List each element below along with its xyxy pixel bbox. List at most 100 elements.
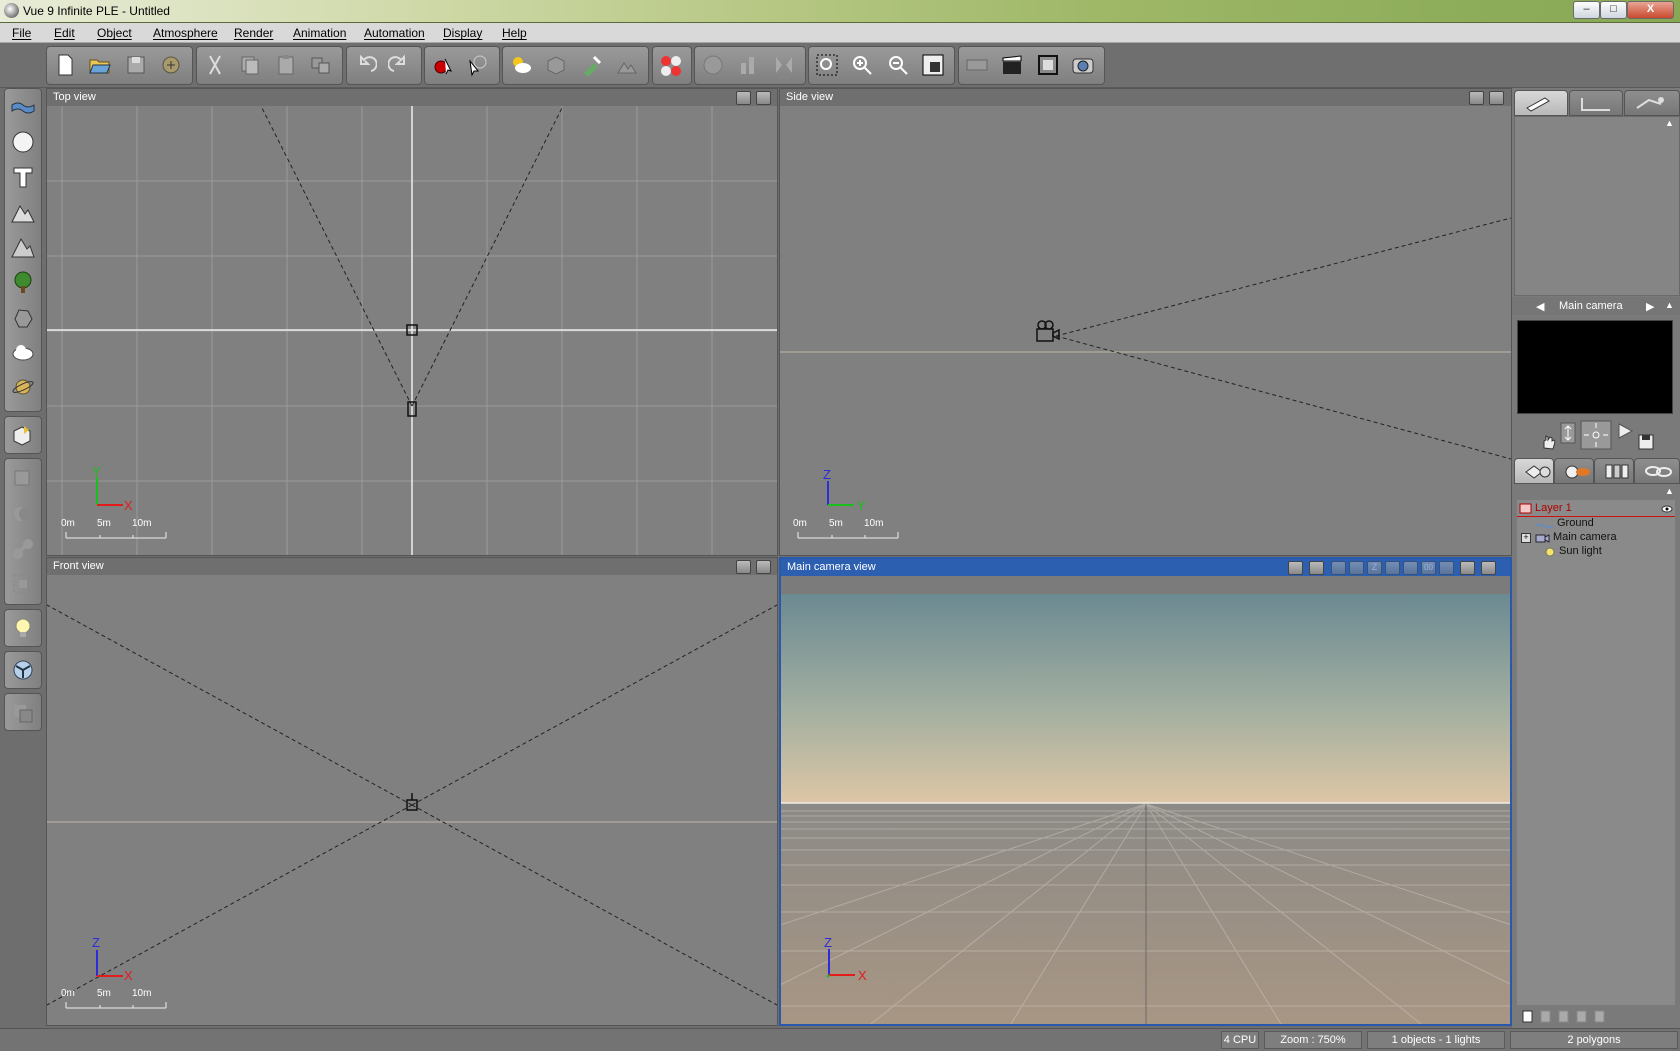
rock-icon[interactable] xyxy=(8,301,38,333)
camera-view-canvas[interactable] xyxy=(781,576,1510,1024)
scroll-up-icon[interactable]: ▲ xyxy=(1665,486,1674,496)
viewport-options-icon[interactable] xyxy=(1469,91,1484,105)
viewport-maximize-icon[interactable] xyxy=(756,560,771,574)
tree-icon[interactable] xyxy=(8,266,38,298)
materials-browser-tab[interactable] xyxy=(1554,458,1594,484)
object-properties-tab[interactable] xyxy=(1514,90,1568,116)
layer-option-icon[interactable] xyxy=(1557,1009,1571,1023)
menu-render[interactable]: Render xyxy=(234,26,273,40)
new-icon[interactable] xyxy=(50,50,80,80)
side-viewport[interactable]: Side view Z Y 0m 5m 10m xyxy=(779,88,1512,556)
boolean-diff-icon[interactable] xyxy=(8,498,38,530)
cloud-icon[interactable] xyxy=(8,336,38,368)
camera-ctrl-icon[interactable] xyxy=(1349,561,1364,575)
terrain-icon[interactable] xyxy=(8,196,38,228)
boolean-union-icon[interactable] xyxy=(8,463,38,495)
record-icon[interactable] xyxy=(428,50,458,80)
menu-edit[interactable]: Edit xyxy=(54,26,75,40)
front-viewport[interactable]: Front view Z X 0m 5m 10m xyxy=(46,557,778,1026)
fit-icon[interactable] xyxy=(918,50,948,80)
top-viewport[interactable]: Top view Y X 0m 5m 10m xyxy=(46,88,778,556)
redo-icon[interactable] xyxy=(385,50,415,80)
film-icon[interactable] xyxy=(962,50,992,80)
viewport-refresh-icon[interactable] xyxy=(1309,561,1324,575)
zoom-out-icon[interactable] xyxy=(883,50,913,80)
save-as-icon[interactable] xyxy=(156,50,186,80)
menu-atmosphere[interactable]: Atmosphere xyxy=(153,26,218,40)
save-camera-icon[interactable] xyxy=(1638,434,1654,450)
mountain-icon[interactable] xyxy=(8,231,38,263)
group-icon[interactable] xyxy=(8,568,38,600)
layer-move-icon[interactable] xyxy=(1575,1009,1589,1023)
z-axis-button[interactable]: Z xyxy=(1367,561,1382,575)
frame-counter-button[interactable]: 00 xyxy=(1421,561,1436,575)
frame-icon[interactable] xyxy=(1033,50,1063,80)
prev-camera-icon[interactable]: ◀ xyxy=(1536,300,1544,313)
save-icon[interactable] xyxy=(121,50,151,80)
menu-file[interactable]: File xyxy=(12,26,31,40)
mirror-icon[interactable] xyxy=(769,50,799,80)
camera-viewport[interactable]: Main camera view Z 00 Z X xyxy=(779,557,1512,1026)
new-layer-icon[interactable] xyxy=(1521,1009,1535,1023)
camera-ctrl-icon[interactable] xyxy=(1403,561,1418,575)
metablob-icon[interactable] xyxy=(8,533,38,565)
minimize-button[interactable]: – xyxy=(1573,1,1600,19)
sphere-disabled-icon[interactable] xyxy=(698,50,728,80)
viewport-options-icon[interactable] xyxy=(736,91,751,105)
undo-icon[interactable] xyxy=(350,50,380,80)
objects-tab[interactable] xyxy=(1514,458,1554,484)
align-icon[interactable] xyxy=(733,50,763,80)
terrain-editor-icon[interactable] xyxy=(612,50,642,80)
select-icon[interactable] xyxy=(463,50,493,80)
plane-icon[interactable] xyxy=(8,91,38,123)
menu-display[interactable]: Display xyxy=(443,26,482,40)
menu-object[interactable]: Object xyxy=(97,26,132,40)
side-view-canvas[interactable] xyxy=(780,106,1511,555)
front-view-canvas[interactable] xyxy=(47,575,777,1025)
cut-icon[interactable] xyxy=(200,50,230,80)
atmosphere-icon[interactable] xyxy=(541,50,571,80)
viewport-options-icon[interactable] xyxy=(736,560,751,574)
orbit-control-icon[interactable] xyxy=(1580,420,1612,450)
top-view-canvas[interactable] xyxy=(47,106,777,555)
duplicate-icon[interactable] xyxy=(306,50,336,80)
import-object-icon[interactable] xyxy=(8,419,38,451)
menu-animation[interactable]: Animation xyxy=(293,26,346,40)
zoom-region-icon[interactable] xyxy=(812,50,842,80)
text-icon[interactable] xyxy=(8,161,38,193)
light-icon[interactable] xyxy=(8,612,38,644)
viewport-maximize-icon[interactable] xyxy=(1489,91,1504,105)
app-icon[interactable] xyxy=(4,3,19,18)
next-camera-icon[interactable]: ▶ xyxy=(1646,300,1654,313)
planet-icon[interactable] xyxy=(8,371,38,403)
open-icon[interactable] xyxy=(85,50,115,80)
layer-merge-icon[interactable] xyxy=(1593,1009,1607,1023)
copy-icon[interactable] xyxy=(235,50,265,80)
camera-selector[interactable]: ◀ Main camera ▶ ▲ xyxy=(1512,297,1680,315)
camera-edit-icon[interactable] xyxy=(1460,561,1475,575)
play-preview-icon[interactable] xyxy=(1616,422,1634,440)
close-button[interactable]: X xyxy=(1627,1,1674,19)
paste-icon[interactable] xyxy=(271,50,301,80)
links-tab[interactable] xyxy=(1634,458,1680,484)
expand-icon[interactable]: + xyxy=(1521,533,1531,543)
menu-automation[interactable]: Automation xyxy=(364,26,425,40)
menu-help[interactable]: Help xyxy=(502,26,527,40)
zoom-in-icon[interactable] xyxy=(847,50,877,80)
sphere-icon[interactable] xyxy=(8,126,38,158)
collapse-icon[interactable]: ▲ xyxy=(1665,300,1674,310)
paint-icon[interactable] xyxy=(577,50,607,80)
layers-icon[interactable] xyxy=(8,696,38,728)
viewport-maximize-icon[interactable] xyxy=(756,91,771,105)
visibility-eye-icon[interactable] xyxy=(1661,504,1673,514)
delete-layer-icon[interactable] xyxy=(1539,1009,1553,1023)
aspect-tab[interactable] xyxy=(1569,90,1623,116)
layer-row[interactable]: Layer 1 xyxy=(1517,502,1675,517)
maximize-button[interactable]: □ xyxy=(1600,1,1627,19)
camera-ctrl-icon[interactable] xyxy=(1385,561,1400,575)
camera-ctrl-icon[interactable] xyxy=(1331,561,1346,575)
render-icon[interactable] xyxy=(1068,50,1098,80)
camera-ctrl-icon[interactable] xyxy=(1439,561,1454,575)
materials-icon[interactable] xyxy=(656,50,686,80)
pan-hand-icon[interactable] xyxy=(1540,434,1556,450)
